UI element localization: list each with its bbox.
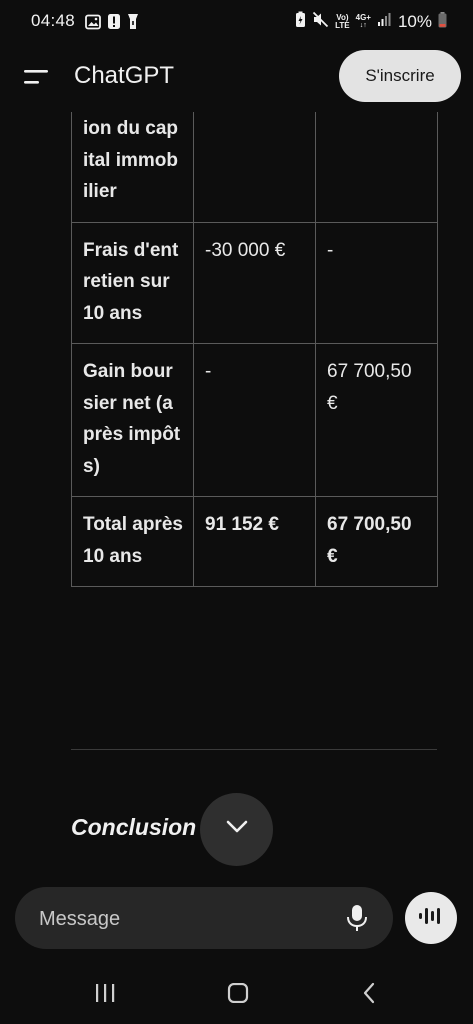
waveform-icon [418,905,444,932]
divider [71,749,437,750]
comparison-table: ion du capital immobilier Frais d'entret… [71,112,438,587]
app-header: ChatGPT S'inscrire [0,44,473,112]
table-cell: -30 000 € [193,221,316,344]
conclusion-heading: Conclusion [71,814,197,840]
table-cell-label: ion du capital immobilier [71,112,194,223]
signup-button[interactable]: S'inscrire [339,50,461,102]
status-right-icons: Vo) LTE 4G+ ↓↑ 10% [295,11,447,33]
flashlight-icon [127,13,139,35]
status-time: 04:48 [31,11,76,30]
table-cell: - [193,343,316,497]
image-icon [85,14,101,35]
table-row: Gain boursier net (après impôts) - 67 70… [71,343,438,497]
volte-indicator: Vo) LTE [335,13,350,30]
microphone-icon[interactable] [346,904,368,937]
table-cell: 67 700,50 € [315,496,438,587]
status-bar: 04:48 Vo) LTE 4G+ ↓↑ 10% [0,0,473,44]
signal-icon [377,12,392,32]
chevron-down-icon [225,820,249,839]
table-row: ion du capital immobilier [71,112,438,223]
table-cell [193,112,316,223]
table-cell: 91 152 € [193,496,316,587]
mute-icon [312,11,329,33]
table-cell: 67 700,50 € [315,343,438,497]
voice-mode-button[interactable] [405,892,457,944]
battery-saver-icon [295,11,306,33]
table-cell-label: Total après 10 ans [71,496,194,587]
battery-percent: 10% [397,12,432,31]
table-row: Frais d'entretien sur 10 ans -30 000 € - [71,221,438,344]
table-row-total: Total après 10 ans 91 152 € 67 700,50 € [71,496,438,587]
back-icon[interactable] [362,982,376,1009]
recents-icon[interactable] [93,983,117,1008]
alert-icon [107,13,121,35]
status-left-icons [85,13,139,35]
message-bar [15,887,393,951]
home-icon[interactable] [227,982,249,1008]
network-type-indicator: 4G+ ↓↑ [355,13,371,30]
app-title: ChatGPT [74,62,175,89]
battery-icon [438,11,447,33]
message-input[interactable] [37,887,331,951]
scroll-down-button[interactable] [200,793,273,866]
screen: 04:48 Vo) LTE 4G+ ↓↑ 10% ChatGPT S'inscr… [0,0,473,1024]
system-nav-bar [0,960,473,1024]
table-cell-label: Frais d'entretien sur 10 ans [71,221,194,344]
menu-icon[interactable] [24,69,50,85]
chat-content[interactable]: ion du capital immobilier Frais d'entret… [0,112,473,874]
table-cell: - [315,221,438,344]
table-cell-label: Gain boursier net (après impôts) [71,343,194,497]
table-cell [315,112,438,223]
